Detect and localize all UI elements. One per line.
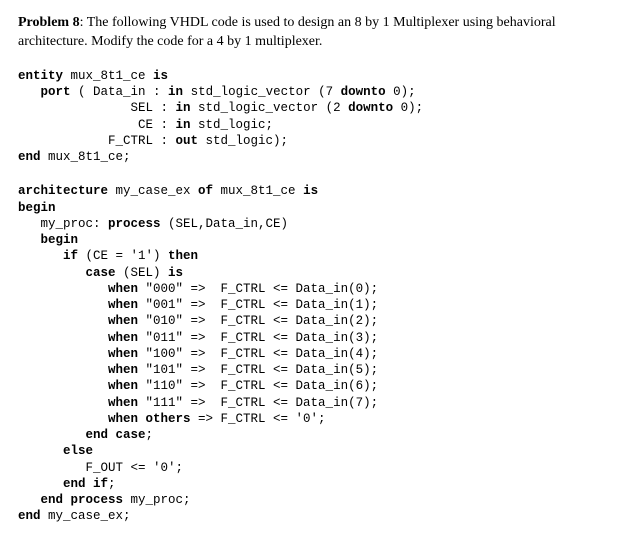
- kw-when: when: [18, 363, 138, 377]
- problem-statement: Problem 8: The following VHDL code is us…: [18, 14, 614, 52]
- kw-is: is: [303, 184, 318, 198]
- kw-else: else: [18, 444, 93, 458]
- kw-when: when: [18, 282, 138, 296]
- kw-architecture: architecture: [18, 184, 108, 198]
- kw-in: in: [176, 101, 191, 115]
- kw-process: process: [108, 217, 161, 231]
- kw-end-if: end if: [18, 477, 108, 491]
- kw-in: in: [176, 118, 191, 132]
- kw-then: then: [168, 249, 198, 263]
- kw-port: port: [18, 85, 71, 99]
- kw-of: of: [198, 184, 213, 198]
- kw-when: when: [18, 396, 138, 410]
- kw-when: when: [18, 298, 138, 312]
- kw-when: when: [18, 347, 138, 361]
- code-block-architecture: architecture my_case_ex of mux_8t1_ce is…: [18, 183, 614, 524]
- kw-end-process: end process: [18, 493, 123, 507]
- kw-in: in: [168, 85, 183, 99]
- kw-downto: downto: [348, 101, 393, 115]
- kw-end: end: [18, 509, 41, 523]
- kw-end: end: [18, 150, 41, 164]
- kw-end-case: end case: [18, 428, 146, 442]
- problem-number: Problem 8: [18, 15, 80, 30]
- kw-is: is: [168, 266, 183, 280]
- kw-when: when: [18, 379, 138, 393]
- code-block-entity: entity mux_8t1_ce is port ( Data_in : in…: [18, 68, 614, 166]
- kw-when: when: [18, 331, 138, 345]
- kw-downto: downto: [341, 85, 386, 99]
- kw-out: out: [176, 134, 199, 148]
- kw-begin: begin: [18, 201, 56, 215]
- problem-text: : The following VHDL code is used to des…: [18, 15, 556, 49]
- kw-when-others: when others: [18, 412, 191, 426]
- kw-is: is: [153, 69, 168, 83]
- kw-if: if: [18, 249, 78, 263]
- kw-entity: entity: [18, 69, 63, 83]
- kw-begin: begin: [18, 233, 78, 247]
- kw-case: case: [18, 266, 116, 280]
- kw-when: when: [18, 314, 138, 328]
